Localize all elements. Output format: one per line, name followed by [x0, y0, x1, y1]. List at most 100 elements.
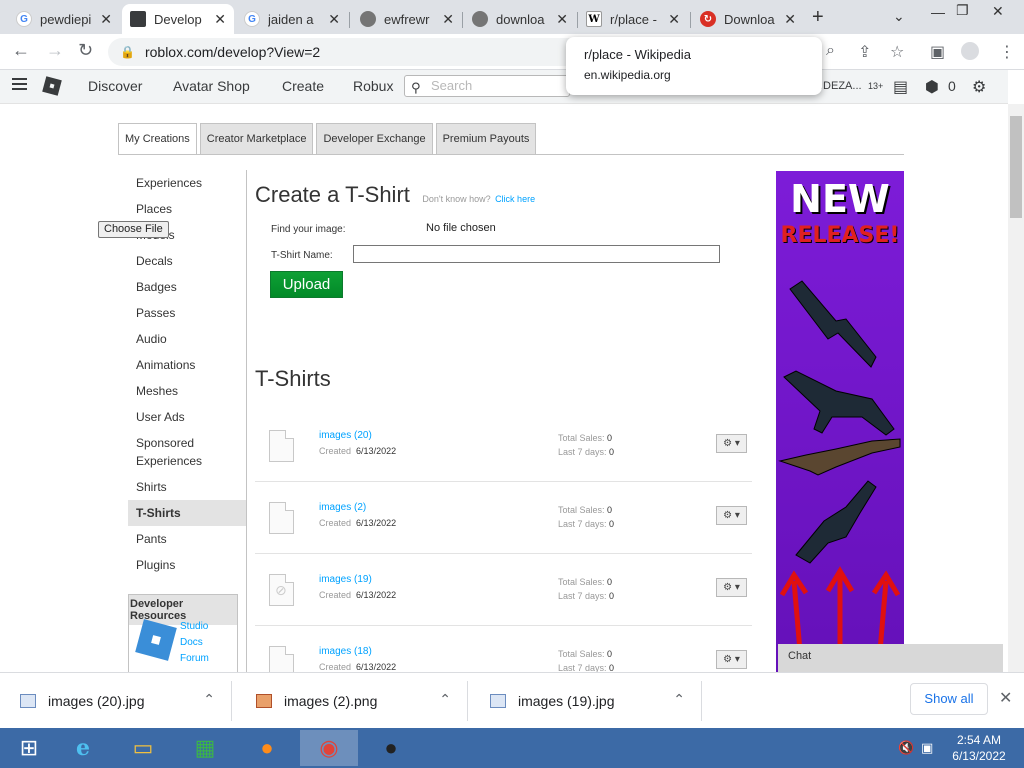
- browser-tab[interactable]: G pewdiepi ✕: [8, 4, 120, 34]
- link-forum[interactable]: Forum: [180, 651, 209, 667]
- link-docs[interactable]: Docs: [180, 635, 209, 651]
- chat-bar[interactable]: Chat: [778, 644, 1003, 672]
- sidebar-item-user-ads[interactable]: User Ads: [128, 404, 246, 430]
- clock-time: 2:54 AM: [956, 733, 1002, 747]
- item-name-link[interactable]: images (19): [319, 574, 372, 585]
- sidebar-item-decals[interactable]: Decals: [128, 248, 246, 274]
- sidebar-item-plugins[interactable]: Plugins: [128, 552, 246, 578]
- hamburger-menu-icon[interactable]: [12, 78, 27, 90]
- browser-tab[interactable]: G jaiden a ✕: [236, 4, 348, 34]
- tab-close-icon[interactable]: ✕: [784, 11, 796, 28]
- profile-avatar[interactable]: [961, 42, 979, 60]
- browser-tab[interactable]: ewfrewr ✕: [352, 4, 462, 34]
- chrome-icon[interactable]: ◉: [300, 730, 358, 766]
- developer-resources-links: Studio Docs Forum: [180, 619, 209, 667]
- browser-tab[interactable]: ↻ Downloa ✕: [692, 4, 804, 34]
- sidebar-item-meshes[interactable]: Meshes: [128, 378, 246, 404]
- browser-tab-strip: G pewdiepi ✕ Develop ✕ G jaiden a ✕ ewfr…: [0, 0, 1024, 34]
- back-icon[interactable]: ←: [12, 40, 30, 61]
- side-panel-icon[interactable]: ▣: [930, 42, 945, 62]
- file-explorer-icon[interactable]: ▭: [114, 730, 172, 766]
- new-tab-icon[interactable]: +: [812, 6, 824, 29]
- chevron-up-icon[interactable]: ⌃: [439, 691, 451, 708]
- nav-discover[interactable]: Discover: [88, 78, 142, 94]
- sidebar-item-animations[interactable]: Animations: [128, 352, 246, 378]
- item-settings-gear-icon[interactable]: ⚙ ▾: [716, 434, 747, 453]
- settings-gear-icon[interactable]: ⚙: [972, 77, 986, 97]
- start-button-windows-icon[interactable]: ⊞: [0, 730, 58, 766]
- reload-icon[interactable]: ↻: [78, 40, 93, 61]
- firefox-icon[interactable]: ●: [238, 730, 296, 766]
- chevron-up-icon[interactable]: ⌃: [203, 691, 215, 708]
- sidebar-item-t-shirts[interactable]: T-Shirts: [128, 500, 246, 526]
- item-name-link[interactable]: images (2): [319, 502, 366, 513]
- item-name-link[interactable]: images (20): [319, 430, 372, 441]
- minimize-icon[interactable]: —: [931, 4, 945, 20]
- tab-close-icon[interactable]: ✕: [668, 11, 680, 28]
- notifications-icon[interactable]: ▤: [893, 77, 908, 97]
- username[interactable]: IDEZA...: [820, 80, 862, 92]
- item-settings-gear-icon[interactable]: ⚙ ▾: [716, 506, 747, 525]
- store-icon[interactable]: ▦: [176, 730, 234, 766]
- sponsored-ad-banner[interactable]: NEW RELEASE!: [776, 171, 904, 672]
- chevron-up-icon[interactable]: ⌃: [673, 691, 685, 708]
- link-studio[interactable]: Studio: [180, 619, 209, 635]
- zoom-icon[interactable]: ⌕: [826, 42, 835, 60]
- download-item[interactable]: images (2).png ⌃: [236, 681, 468, 721]
- item-created: Created 6/13/2022: [319, 590, 396, 600]
- forward-icon[interactable]: →: [46, 40, 64, 61]
- nav-robux[interactable]: Robux: [353, 78, 393, 94]
- sidebar-item-experiences[interactable]: Experiences: [128, 170, 246, 196]
- tab-search-chevron-icon[interactable]: ⌄: [893, 8, 905, 25]
- browser-tab[interactable]: downloa ✕: [464, 4, 576, 34]
- page-scrollbar[interactable]: [1008, 104, 1024, 672]
- tab-my-creations[interactable]: My Creations: [118, 123, 197, 155]
- browser-tab-active[interactable]: Develop ✕: [122, 4, 234, 34]
- sidebar-item-pants[interactable]: Pants: [128, 526, 246, 552]
- network-icon[interactable]: ▣: [921, 740, 933, 756]
- tab-close-icon[interactable]: ✕: [556, 11, 568, 28]
- volume-muted-icon[interactable]: 🔇: [898, 740, 914, 756]
- taskbar-clock[interactable]: 2:54 AM 6/13/2022: [948, 732, 1010, 764]
- chrome-menu-icon[interactable]: ⋮: [999, 42, 1015, 62]
- item-settings-gear-icon[interactable]: ⚙ ▾: [716, 650, 747, 669]
- share-icon[interactable]: ⇪: [858, 42, 871, 62]
- sidebar-item-shirts[interactable]: Shirts: [128, 474, 246, 500]
- internet-explorer-icon[interactable]: e: [54, 730, 112, 766]
- tab-close-icon[interactable]: ✕: [100, 11, 112, 28]
- search-input[interactable]: ⚲ Search: [404, 75, 570, 97]
- tshirt-list: T-Shirts images (20) Created 6/13/2022 T…: [255, 104, 755, 672]
- sidebar-item-passes[interactable]: Passes: [128, 300, 246, 326]
- restore-icon[interactable]: ❐: [956, 2, 969, 19]
- last7-value: 0: [609, 591, 615, 601]
- tab-close-icon[interactable]: ✕: [442, 11, 454, 28]
- nav-avatar-shop[interactable]: Avatar Shop: [173, 78, 250, 94]
- tab-title: jaiden a: [268, 11, 314, 27]
- item-name-link[interactable]: images (18): [319, 646, 372, 657]
- download-item[interactable]: images (19).jpg ⌃: [470, 681, 702, 721]
- total-sales-label: Total Sales:: [558, 577, 605, 587]
- sidebar-item-badges[interactable]: Badges: [128, 274, 246, 300]
- choose-file-button[interactable]: Choose File: [98, 221, 169, 238]
- show-all-button[interactable]: Show all: [910, 683, 988, 715]
- robux-count: 0: [948, 78, 956, 94]
- window-close-icon[interactable]: ✕: [992, 3, 1004, 20]
- robux-icon[interactable]: ⬢: [925, 77, 939, 97]
- sidebar-item-places[interactable]: Places: [128, 196, 246, 222]
- nav-create[interactable]: Create: [282, 78, 324, 94]
- download-item[interactable]: images (20).jpg ⌃: [0, 681, 232, 721]
- google-icon: G: [16, 11, 32, 27]
- app-icon[interactable]: ●: [362, 730, 420, 766]
- total-sales-value: 0: [607, 433, 613, 443]
- download-bar-close-icon[interactable]: ✕: [999, 688, 1012, 708]
- scrollbar-thumb[interactable]: [1010, 116, 1022, 218]
- sidebar-item-sponsored-experiences[interactable]: Sponsored Experiences: [128, 430, 246, 474]
- bookmark-star-icon[interactable]: ☆: [890, 42, 904, 62]
- image-file-icon: [20, 694, 36, 708]
- tab-close-icon[interactable]: ✕: [328, 11, 340, 28]
- sidebar-item-audio[interactable]: Audio: [128, 326, 246, 352]
- tab-close-icon[interactable]: ✕: [214, 11, 226, 28]
- browser-tab[interactable]: W r/place - ✕: [578, 4, 688, 34]
- item-settings-gear-icon[interactable]: ⚙ ▾: [716, 578, 747, 597]
- roblox-logo-icon[interactable]: [42, 76, 62, 96]
